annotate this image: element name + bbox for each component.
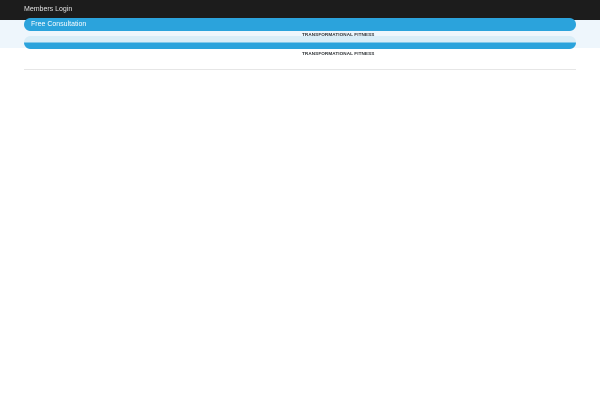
logo-tagline: TRANSFORMATIONAL FITNESS [302,51,375,56]
top-bar: Members Login [0,0,600,20]
brand-logo-secondary[interactable]: TRANSFORMATIONAL FITNESS [300,46,374,58]
header-divider [24,69,576,70]
logo-tagline: TRANSFORMATIONAL FITNESS [302,32,375,37]
brand-logo[interactable]: TRANSFORMATIONAL FITNESS [300,27,374,39]
logo-wordmark [302,46,364,49]
logo-wordmark [302,27,364,30]
members-login-link[interactable]: Members Login [24,4,72,16]
